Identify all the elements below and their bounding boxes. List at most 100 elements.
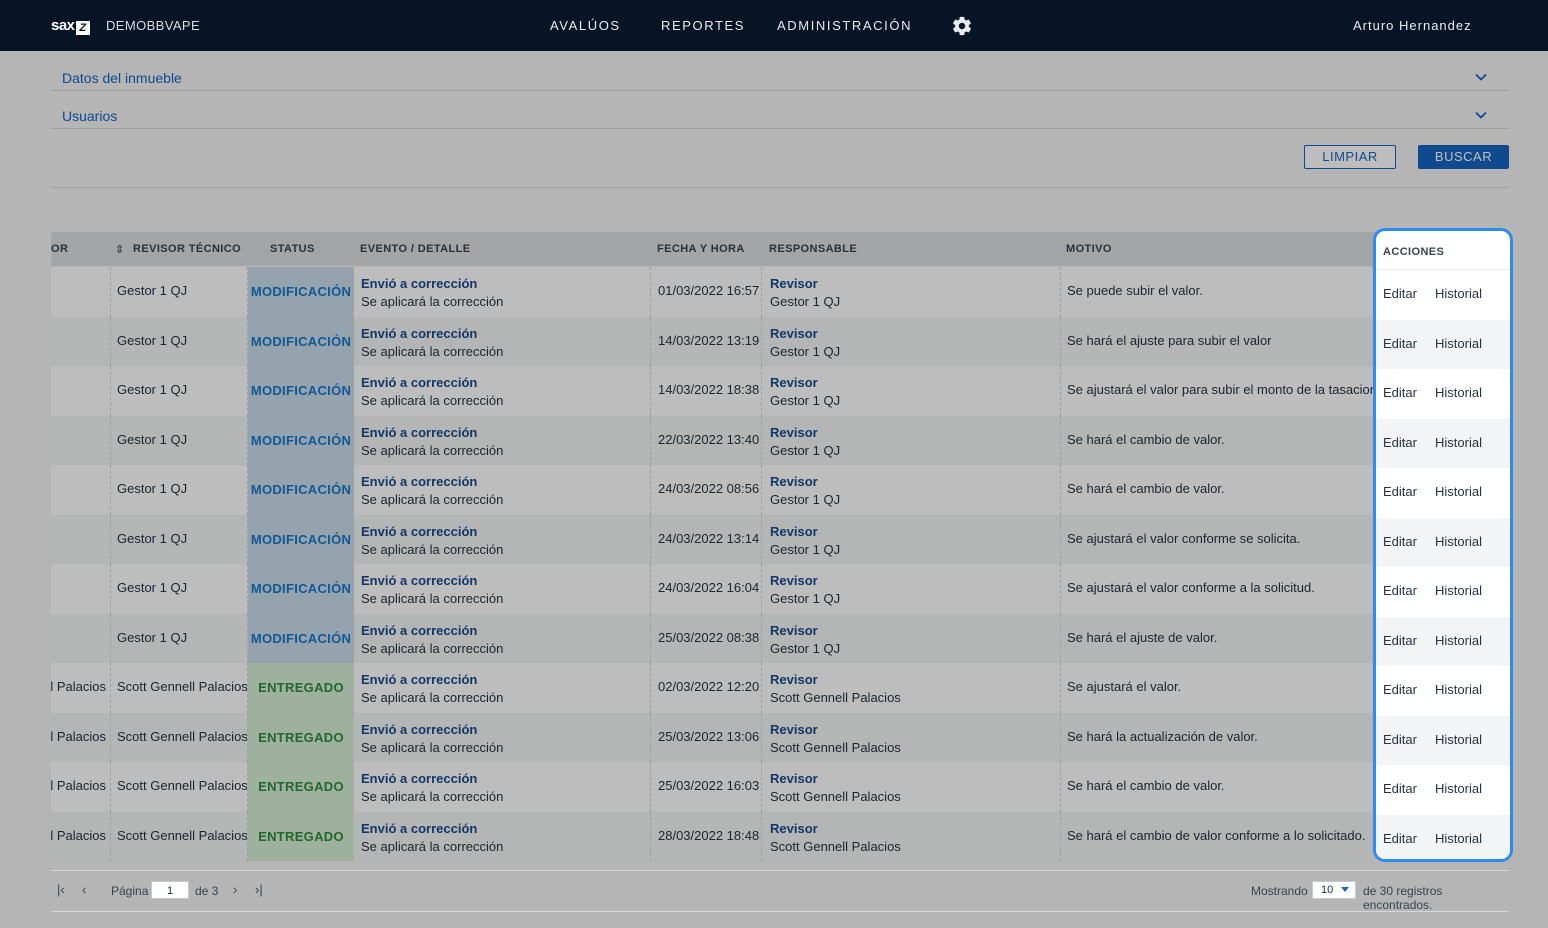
event-detail: Se aplicará la corrección <box>361 343 504 359</box>
revisor-cell: Scott Gennell Palacios <box>117 778 248 793</box>
chevron-down-icon <box>1475 73 1487 81</box>
last-page-icon[interactable]: ›| <box>255 882 263 897</box>
edit-link[interactable]: Editar <box>1383 286 1417 301</box>
history-link[interactable]: Historial <box>1435 781 1482 796</box>
responsible-person: Gestor 1 QJ <box>770 343 841 359</box>
edit-link[interactable]: Editar <box>1383 484 1417 499</box>
responsible-role: Revisor <box>770 820 818 836</box>
first-page-icon[interactable]: |‹ <box>57 882 65 897</box>
table-row: Gestor 1 QJ MODIFICACIÓN Envió a correcció… <box>51 316 1509 366</box>
history-link[interactable]: Historial <box>1435 534 1482 549</box>
date-cell: 14/03/2022 18:38 <box>658 382 760 397</box>
actions-cell: Editar Historial <box>1376 270 1510 320</box>
status-badge: MODIFICACIÓN <box>248 613 354 663</box>
history-link[interactable]: Historial <box>1435 732 1482 747</box>
col-header-responsable[interactable]: RESPONSABLE <box>769 243 857 255</box>
col-header-partial[interactable]: OR <box>51 243 68 255</box>
chevron-down-icon <box>1475 111 1487 119</box>
status-badge: MODIFICACIÓN <box>248 514 354 564</box>
col-header-evento[interactable]: EVENTO / DETALLE <box>360 243 471 255</box>
responsible-person: Gestor 1 QJ <box>770 591 841 606</box>
search-button[interactable]: BUSCAR <box>1418 145 1509 169</box>
event-title: Envió a corrección <box>361 573 478 588</box>
edit-link[interactable]: Editar <box>1383 336 1417 351</box>
page-size-select[interactable]: 10 <box>1312 881 1356 899</box>
history-link[interactable]: Historial <box>1435 385 1482 400</box>
event-cell: Envió a corrección Se aplicará la correcc… <box>361 572 503 608</box>
history-link[interactable]: Historial <box>1435 336 1482 351</box>
app-logo[interactable]: sax Z <box>51 17 90 35</box>
responsible-cell: Revisor Scott Gennell Palacios <box>770 671 901 707</box>
event-title: Envió a corrección <box>361 672 478 687</box>
edit-link[interactable]: Editar <box>1383 385 1417 400</box>
user-menu[interactable]: Arturo Hernandez <box>1353 18 1472 33</box>
responsible-role: Revisor <box>770 375 818 390</box>
edit-link[interactable]: Editar <box>1383 435 1417 450</box>
responsible-person: Scott Gennell Palacios <box>770 739 901 755</box>
col-header-motivo[interactable]: MOTIVO <box>1066 243 1112 255</box>
responsible-person: Gestor 1 QJ <box>770 442 841 458</box>
section-datos-inmueble[interactable]: Datos del inmueble <box>51 53 1509 91</box>
nav-avaluos[interactable]: AVALÚOS <box>550 18 621 33</box>
motivo-cell: Se ajustará el valor conforme a la solic… <box>1067 580 1315 595</box>
col-header-fecha[interactable]: FECHA Y HORA <box>657 243 745 255</box>
partial-cell: l Palacios <box>51 728 106 744</box>
event-title: Envió a corrección <box>361 375 478 390</box>
history-link[interactable]: Historial <box>1435 831 1482 846</box>
col-header-status[interactable]: STATUS <box>270 243 315 255</box>
next-page-icon[interactable]: › <box>233 882 237 897</box>
date-cell: 25/03/2022 13:06 <box>658 728 760 744</box>
edit-link[interactable]: Editar <box>1383 682 1417 697</box>
date-cell: 24/03/2022 08:56 <box>658 481 760 496</box>
page-input[interactable]: 1 <box>151 881 189 899</box>
edit-link[interactable]: Editar <box>1383 534 1417 549</box>
event-title: Envió a corrección <box>361 325 478 341</box>
history-link[interactable]: Historial <box>1435 435 1482 450</box>
event-detail: Se aplicará la corrección <box>361 393 504 408</box>
motivo-cell: Se hará la actualización de valor. <box>1067 728 1258 744</box>
edit-link[interactable]: Editar <box>1383 633 1417 648</box>
history-link[interactable]: Historial <box>1435 286 1482 301</box>
client-name: DEMOBBVAPE <box>106 18 201 33</box>
responsible-role: Revisor <box>770 721 818 737</box>
status-badge: ENTREGADO <box>248 712 354 762</box>
motivo-cell: Se hará el cambio de valor. <box>1067 431 1225 447</box>
history-link[interactable]: Historial <box>1435 583 1482 598</box>
edit-link[interactable]: Editar <box>1383 831 1417 846</box>
responsible-cell: Revisor Gestor 1 QJ <box>770 275 840 311</box>
event-detail: Se aplicará la corrección <box>361 739 504 755</box>
edit-link[interactable]: Editar <box>1383 781 1417 796</box>
status-badge: ENTREGADO <box>248 663 354 713</box>
nav-administracion[interactable]: ADMINISTRACIÓN <box>777 18 912 33</box>
event-cell: Envió a corrección Se aplicará la correcc… <box>361 374 503 410</box>
responsible-role: Revisor <box>770 672 818 687</box>
prev-page-icon[interactable]: ‹ <box>82 882 86 897</box>
top-navbar: sax Z DEMOBBVAPE AVALÚOS REPORTES ADMINIS… <box>0 0 1548 51</box>
col-header-revisor[interactable]: REVISOR TÉCNICO <box>133 243 241 255</box>
date-cell: 25/03/2022 08:38 <box>658 629 760 645</box>
revisor-cell: Gestor 1 QJ <box>117 283 188 298</box>
responsible-person: Gestor 1 QJ <box>770 294 841 309</box>
responsible-role: Revisor <box>770 276 818 291</box>
date-cell: 24/03/2022 13:14 <box>658 530 760 546</box>
revisor-cell: Scott Gennell Palacios <box>117 679 248 694</box>
table-header: OR ⇕ REVISOR TÉCNICO STATUS EVENTO / DET… <box>51 232 1509 266</box>
responsible-cell: Revisor Gestor 1 QJ <box>770 572 840 608</box>
section-title: Datos del inmueble <box>62 70 182 86</box>
edit-link[interactable]: Editar <box>1383 583 1417 598</box>
settings-gear-icon[interactable] <box>951 15 973 37</box>
history-link[interactable]: Historial <box>1435 633 1482 648</box>
partial-cell <box>51 416 107 466</box>
history-link[interactable]: Historial <box>1435 682 1482 697</box>
clear-button[interactable]: LIMPIAR <box>1304 145 1396 169</box>
table-row: Gestor 1 QJ MODIFICACIÓN Envió a correcció… <box>51 415 1509 466</box>
responsible-cell: Revisor Gestor 1 QJ <box>770 622 840 658</box>
history-link[interactable]: Historial <box>1435 484 1482 499</box>
sort-icon[interactable]: ⇕ <box>115 243 125 256</box>
edit-link[interactable]: Editar <box>1383 732 1417 747</box>
revisor-cell: Gestor 1 QJ <box>117 629 188 645</box>
col-header-acciones: ACCIONES <box>1376 235 1510 270</box>
section-usuarios[interactable]: Usuarios <box>51 91 1509 129</box>
actions-cell: Editar Historial <box>1376 567 1510 617</box>
nav-reportes[interactable]: REPORTES <box>661 18 745 33</box>
